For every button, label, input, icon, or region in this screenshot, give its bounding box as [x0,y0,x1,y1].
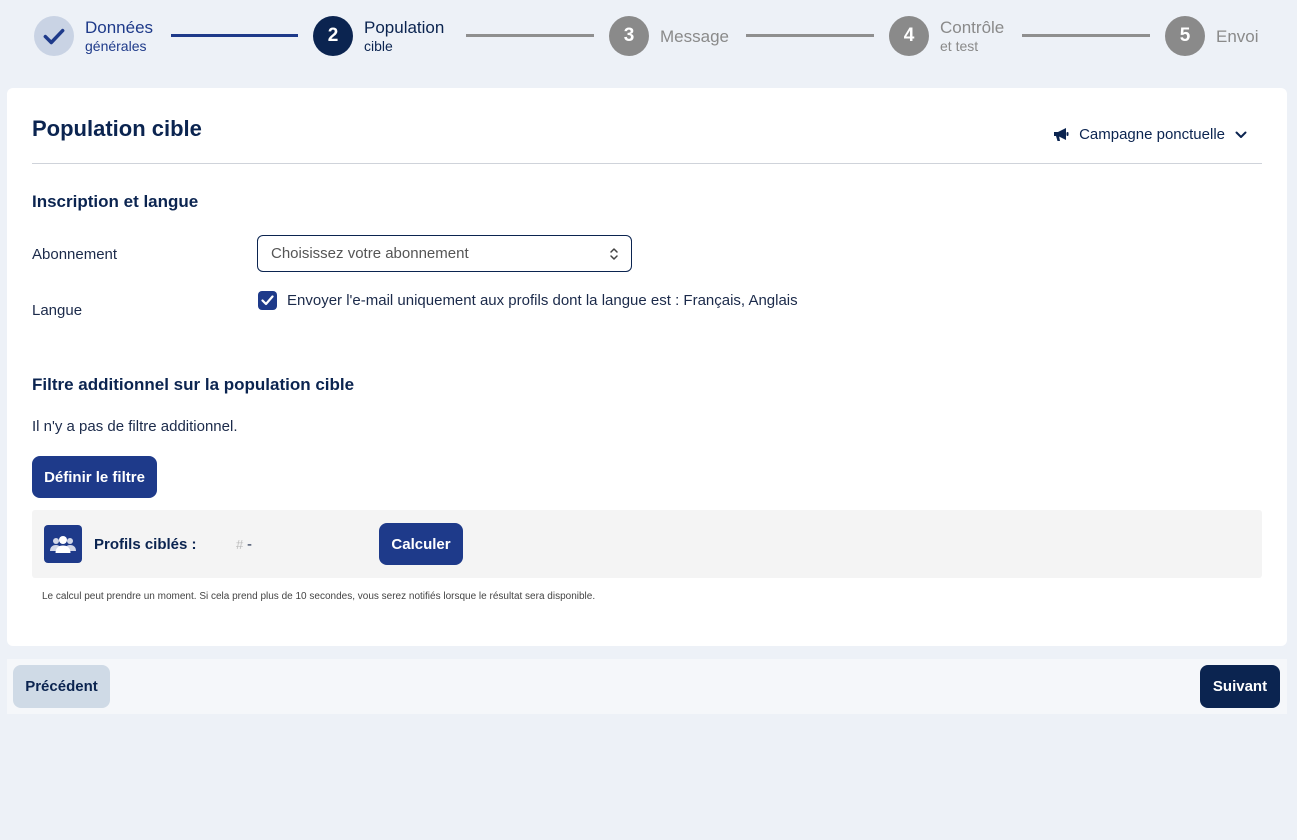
step-label: Message [660,26,729,46]
megaphone-icon [1054,128,1069,141]
hash-symbol: # [236,537,244,552]
calculate-button[interactable]: Calculer [379,523,463,565]
language-label: Langue [32,302,83,319]
calculation-note: Le calcul peut prendre un moment. Si cel… [42,591,596,602]
select-arrows-icon [610,248,618,260]
step-connector [171,34,298,37]
wizard-footer: Précédent Suivant [7,659,1287,714]
step-message[interactable]: 3 Message [609,16,729,56]
section-title-inscription: Inscription et langue [32,192,199,211]
step-sublabel: générales [85,38,147,54]
step-connector [466,34,594,37]
step-number: 2 [313,16,353,56]
users-icon [44,525,82,563]
step-number: 3 [609,16,649,56]
targeted-profiles-label: Profils ciblés : [94,536,197,553]
targeted-profiles-count: - [247,536,252,553]
page-title: Population cible [32,116,202,141]
checkmark-icon [34,16,74,56]
step-connector [1022,34,1150,37]
section-title-filter: Filtre additionnel sur la population cib… [32,375,355,394]
define-filter-button[interactable]: Définir le filtre [32,456,157,498]
chevron-down-icon [1235,131,1247,138]
subscription-select[interactable]: Choisissez votre abonnement [257,235,632,272]
subscription-placeholder: Choisissez votre abonnement [271,245,469,262]
header-divider [32,163,1262,164]
campaign-type-label: Campagne ponctuelle [1079,126,1225,143]
step-label: Envoi [1216,26,1259,46]
step-number: 4 [889,16,929,56]
step-sublabel: cible [364,38,393,54]
step-label: Données [85,18,154,37]
step-number: 5 [1165,16,1205,56]
targeted-profiles-panel: Profils ciblés : # - Calculer [32,510,1262,578]
step-population-cible[interactable]: 2 Population cible [313,16,444,56]
step-sublabel: et test [940,38,979,54]
step-envoi[interactable]: 5 Envoi [1165,16,1259,56]
campaign-type-dropdown[interactable]: Campagne ponctuelle [1053,126,1247,143]
step-donnees-generales[interactable]: Données générales [34,16,153,56]
step-connector [746,34,874,37]
language-checkbox-label[interactable]: Envoyer l'e-mail uniquement aux profils … [287,292,798,309]
progress-stepper: Données générales 2 Population cible 3 M… [0,0,1297,75]
step-label: Population [364,18,445,37]
subscription-label: Abonnement [32,246,118,263]
step-label: Contrôle [940,18,1005,37]
next-button[interactable]: Suivant [1200,665,1280,708]
language-checkbox[interactable] [258,291,277,310]
population-card: Population cible Campagne ponctuelle Ins… [7,88,1287,646]
previous-button[interactable]: Précédent [13,665,110,708]
no-filter-text: Il n'y a pas de filtre additionnel. [32,418,238,435]
checkmark-icon [261,295,274,306]
step-controle-et-test[interactable]: 4 Contrôle et test [889,16,1004,56]
